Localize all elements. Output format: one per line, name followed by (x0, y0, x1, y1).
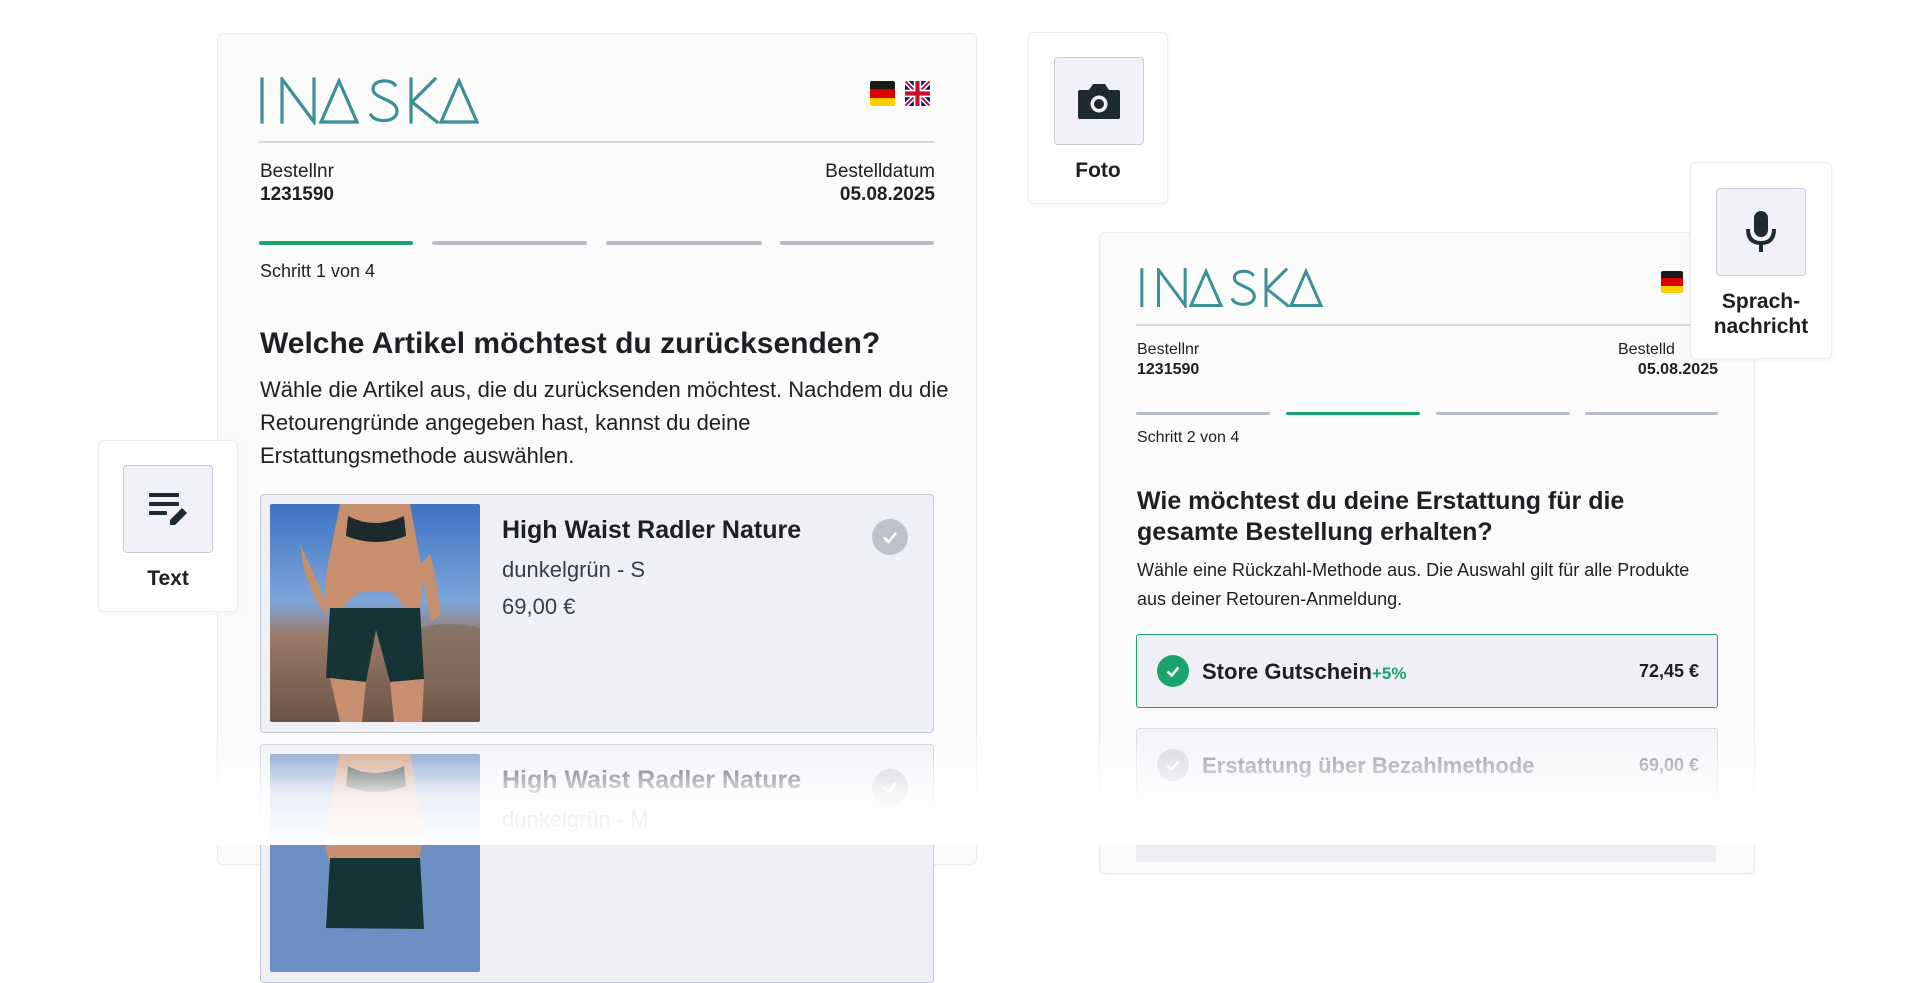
flag-uk-icon[interactable] (905, 81, 930, 106)
progress-segment-2 (432, 241, 587, 245)
tool-label: Sprach- nachricht (1713, 290, 1809, 338)
text-input-tool[interactable]: Text (98, 440, 238, 612)
question-title: Wie möchtest du deine Erstattung für die… (1137, 487, 1625, 547)
item-name: High Waist Radler Nature (502, 766, 802, 794)
selected-check-icon (1157, 655, 1189, 687)
order-date-label: Bestelld (1618, 341, 1675, 358)
check-icon (883, 782, 897, 794)
item-variant: dunkelgrün - S (502, 557, 646, 582)
item-name: High Waist Radler Nature (502, 516, 802, 544)
camera-icon-box (1054, 57, 1144, 145)
microphone-icon (1746, 211, 1776, 252)
item-variant: dunkelgrün - M (502, 807, 649, 832)
text-edit-icon (149, 493, 187, 525)
progress-segment-3 (606, 241, 762, 245)
order-number: 1231590 (1137, 361, 1200, 378)
inaska-logo (260, 77, 479, 125)
text-icon-box (123, 465, 213, 553)
photo-upload-tool[interactable]: Foto (1028, 32, 1168, 204)
product-image (270, 504, 480, 722)
microphone-icon-box (1716, 188, 1806, 276)
step-indicator: Schritt 2 von 4 (1137, 429, 1240, 446)
refund-option-payment-method[interactable]: Erstattung über Bezahlmethode 69,00 € (1136, 728, 1718, 802)
question-description: Wähle eine Rückzahl-Methode aus. Die Aus… (1137, 560, 1690, 609)
order-number-label: Bestellnr (1137, 341, 1200, 358)
progress-segment-2 (1286, 412, 1420, 415)
return-step1-panel: Bestellnr 1231590 Bestelldatum 05.08.202… (217, 33, 977, 983)
item-select-checkbox[interactable] (872, 519, 908, 555)
check-icon (883, 532, 897, 544)
progress-segment-4 (780, 241, 934, 245)
progress-segment-3 (1436, 412, 1570, 415)
inaska-logo (1140, 268, 1324, 308)
refund-option-store-credit[interactable]: Store Gutschein +5% 72,45 € (1136, 634, 1718, 708)
order-date: 05.08.2025 (1637, 361, 1718, 378)
option-label: Erstattung über Bezahlmethode (1202, 753, 1535, 778)
item-select-checkbox[interactable] (872, 769, 908, 805)
step-indicator: Schritt 1 von 4 (260, 261, 376, 281)
order-number: 1231590 (260, 184, 334, 205)
header-divider (259, 141, 934, 143)
option-amount: 69,00 € (1638, 755, 1699, 775)
return-item-card[interactable]: High Waist Radler Nature dunkelgrün - M (260, 744, 934, 983)
order-date: 05.08.2025 (839, 184, 935, 205)
unselected-check-icon (1157, 749, 1189, 781)
order-date-label: Bestelldatum (825, 161, 935, 182)
tool-label: Text (147, 567, 189, 590)
camera-icon (1078, 84, 1120, 119)
return-item-card[interactable]: High Waist Radler Nature dunkelgrün - S … (260, 494, 934, 733)
progress-segment-4 (1585, 412, 1718, 415)
question-description: Wähle die Artikel aus, die du zurücksend… (260, 377, 949, 468)
bonus-badge: +5% (1372, 664, 1407, 683)
order-number-label: Bestellnr (260, 161, 334, 182)
option-amount: 72,45 € (1638, 661, 1699, 681)
progress-segment-1 (259, 241, 413, 245)
flag-de-icon[interactable] (870, 81, 895, 106)
return-step2-panel: Bestellnr 1231590 Bestelld 05.08.2025 Sc… (1099, 232, 1755, 874)
header-divider (1136, 324, 1718, 326)
option-label: Store Gutschein (1202, 659, 1372, 684)
product-image (270, 754, 480, 972)
item-price: 69,00 € (502, 594, 576, 619)
question-title: Welche Artikel möchtest du zurücksenden? (260, 327, 881, 360)
progress-segment-1 (1136, 412, 1270, 415)
voice-message-tool[interactable]: Sprach- nachricht (1690, 162, 1832, 359)
option-card-partial (1136, 832, 1716, 862)
tool-label: Foto (1075, 159, 1121, 182)
flag-de-icon[interactable] (1661, 271, 1683, 293)
